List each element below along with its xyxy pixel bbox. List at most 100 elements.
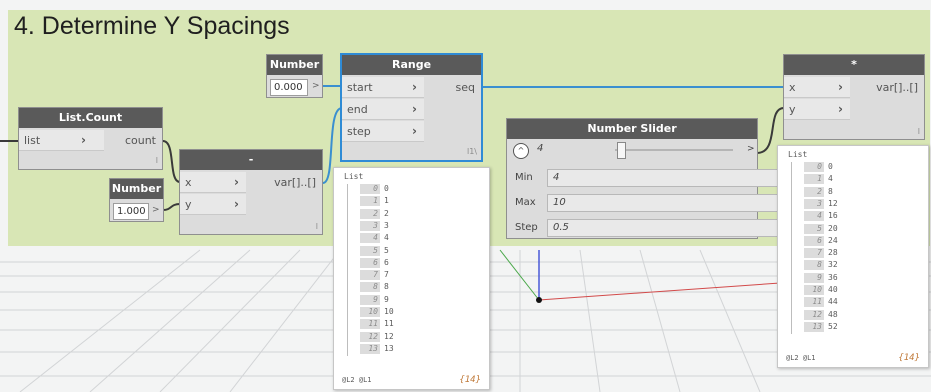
var-output-port[interactable]: var[]..[] bbox=[854, 77, 924, 98]
step-field[interactable]: 0.5 bbox=[547, 219, 787, 237]
chevron-right-icon: › bbox=[838, 102, 843, 116]
list-item: 12 12 bbox=[360, 331, 394, 342]
list-item: 10 40 bbox=[804, 285, 838, 295]
list-item-value: 11 bbox=[384, 319, 394, 329]
group-title[interactable]: 4. Determine Y Spacings bbox=[14, 12, 290, 41]
list-port-label: list bbox=[24, 134, 41, 147]
list-item-value: 52 bbox=[828, 321, 838, 331]
range-title: Range bbox=[342, 55, 481, 75]
step-label: Step bbox=[515, 222, 538, 233]
list-item-index: 13 bbox=[804, 321, 824, 332]
list-item-index: 0 bbox=[804, 162, 824, 172]
preview-level-footer: @L2 @L1 bbox=[342, 376, 372, 384]
subtract-title: - bbox=[180, 150, 322, 170]
var-output-port[interactable]: var[]..[] bbox=[252, 172, 322, 193]
list-count-node[interactable]: List.Count list › count l bbox=[18, 107, 163, 170]
number-value-field[interactable]: 0.000 bbox=[270, 79, 308, 96]
list-item-index: 7 bbox=[804, 248, 824, 259]
list-item-value: 20 bbox=[828, 223, 838, 233]
list-item-value: 6 bbox=[384, 257, 389, 267]
range-node[interactable]: Range start › end › step › seq l1\ bbox=[340, 53, 483, 162]
list-item: 5 20 bbox=[804, 223, 838, 234]
list-item-index: 3 bbox=[804, 198, 824, 209]
number-output-port[interactable]: > bbox=[152, 205, 160, 215]
multiply-preview-bubble[interactable]: List 0 0 1 4 2 8 3 12 4 16 5 20 6 24 7 28 8 32 9 36 10 40 11 44… bbox=[777, 145, 929, 368]
list-item-index: 6 bbox=[360, 257, 380, 268]
max-label: Max bbox=[515, 197, 536, 208]
list-item-index: 6 bbox=[804, 235, 824, 246]
multiply-node[interactable]: * x › y › var[]..[] l bbox=[783, 54, 925, 140]
number-output-port[interactable]: > bbox=[312, 81, 320, 91]
list-item: 11 11 bbox=[360, 319, 394, 330]
list-item-index: 9 bbox=[360, 294, 380, 305]
list-item: 6 24 bbox=[804, 235, 838, 246]
list-item-value: 2 bbox=[384, 208, 389, 218]
list-item-value: 24 bbox=[828, 235, 838, 245]
preview-count: {14} bbox=[459, 375, 481, 385]
list-item-index: 0 bbox=[360, 184, 380, 194]
list-item: 55 bbox=[360, 245, 389, 256]
slider-title: Number Slider bbox=[507, 119, 757, 139]
start-port-label: start bbox=[347, 81, 373, 94]
list-item: 3 12 bbox=[804, 198, 838, 209]
chevron-right-icon: › bbox=[838, 80, 843, 94]
y-port-label: y bbox=[789, 103, 796, 116]
chevron-right-icon: › bbox=[234, 175, 239, 189]
list-item: 00 bbox=[804, 162, 833, 172]
list-item-index: 7 bbox=[360, 270, 380, 281]
number-slider-node[interactable]: Number Slider ^ 4 > Min 4 Max 10 Step 0.… bbox=[506, 118, 787, 239]
list-count-title: List.Count bbox=[19, 108, 162, 128]
seq-port-label: seq bbox=[455, 81, 475, 94]
list-item-value: 32 bbox=[828, 260, 838, 270]
preview-level-footer: @L2 @L1 bbox=[786, 354, 816, 362]
list-item-value: 44 bbox=[828, 297, 838, 307]
list-item-index: 1 bbox=[360, 196, 380, 207]
list-item: 28 bbox=[804, 186, 833, 197]
list-item-index: 13 bbox=[360, 343, 380, 354]
max-field[interactable]: 10 bbox=[547, 194, 787, 212]
lacing-indicator[interactable]: l bbox=[316, 222, 318, 231]
multiply-title: * bbox=[784, 55, 924, 75]
list-item-index: 12 bbox=[804, 309, 824, 320]
list-item: 77 bbox=[360, 270, 389, 281]
list-item-value: 12 bbox=[384, 331, 394, 341]
list-item-index: 1 bbox=[804, 174, 824, 185]
preview-list-header: List bbox=[344, 172, 364, 181]
list-item-value: 10 bbox=[384, 307, 394, 316]
list-input-port[interactable]: list bbox=[19, 130, 104, 151]
number-value-field[interactable]: 1.000 bbox=[113, 203, 149, 220]
slider-track[interactable] bbox=[615, 142, 733, 159]
list-item: 14 bbox=[804, 174, 833, 185]
slider-expand-button[interactable]: > bbox=[747, 144, 755, 154]
list-item-value: 3 bbox=[384, 220, 389, 230]
list-item-value: 1 bbox=[384, 196, 389, 206]
list-item-index: 12 bbox=[360, 331, 380, 342]
seq-output-port[interactable]: seq bbox=[431, 77, 481, 98]
list-item-value: 48 bbox=[828, 309, 838, 319]
lacing-indicator[interactable]: l bbox=[918, 127, 920, 136]
list-item: 13 52 bbox=[804, 321, 838, 332]
number-node-top[interactable]: Number 0.000 > bbox=[266, 54, 323, 98]
number-node-title: Number bbox=[110, 179, 163, 199]
list-item-value: 9 bbox=[384, 294, 389, 304]
list-item-index: 9 bbox=[804, 272, 824, 283]
x-port-label: x bbox=[185, 176, 192, 189]
list-item: 10 10 bbox=[360, 307, 394, 317]
subtract-node[interactable]: - x › y › var[]..[] l bbox=[179, 149, 323, 235]
count-output-port[interactable]: count bbox=[102, 130, 162, 151]
list-item: 88 bbox=[360, 282, 389, 293]
list-item: 7 28 bbox=[804, 248, 838, 259]
min-field[interactable]: 4 bbox=[547, 169, 787, 187]
number-node-bottom[interactable]: Number 1.000 > bbox=[109, 178, 164, 222]
lacing-indicator[interactable]: l1\ bbox=[467, 147, 477, 156]
slider-thumb[interactable] bbox=[617, 142, 626, 159]
chevron-right-icon: › bbox=[412, 124, 417, 138]
list-item: 12 48 bbox=[804, 309, 838, 320]
list-item-index: 4 bbox=[360, 233, 380, 244]
list-item-value: 8 bbox=[828, 186, 833, 196]
slider-collapse-button[interactable]: ^ bbox=[513, 143, 529, 159]
lacing-indicator[interactable]: l bbox=[156, 156, 158, 165]
range-preview-bubble[interactable]: List 0 0 1 1 2 2 3 3 4 4 5 5 6 6 7 7 8 8 9 9 10 10 11 11 12 12 13 1… bbox=[333, 167, 490, 390]
list-item-value: 8 bbox=[384, 282, 389, 292]
x-axis-line bbox=[538, 282, 781, 301]
